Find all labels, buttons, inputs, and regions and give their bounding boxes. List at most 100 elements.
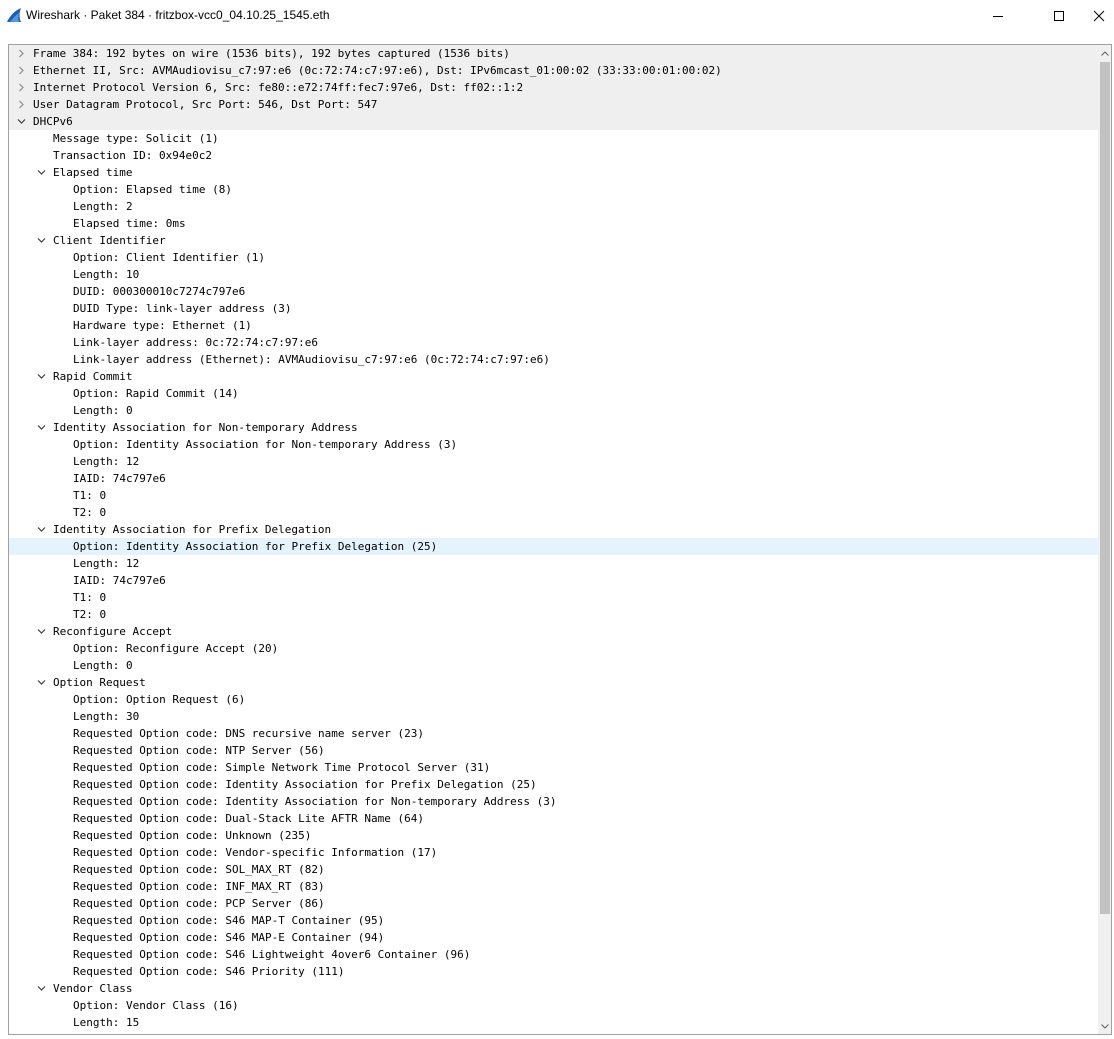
- scroll-down-button[interactable]: [1098, 1018, 1111, 1034]
- tree-node[interactable]: Option Request: [9, 674, 1098, 691]
- chevron-down-icon[interactable]: [37, 678, 46, 687]
- tree-item[interactable]: DUID Type: link-layer address (3): [9, 300, 1098, 317]
- tree-item[interactable]: Requested Option code: S46 MAP-T Contain…: [9, 912, 1098, 929]
- scrollbar-thumb[interactable]: [1100, 62, 1110, 914]
- tree-node[interactable]: Identity Association for Non-temporary A…: [9, 419, 1098, 436]
- tree-item[interactable]: Link-layer address: 0c:72:74:c7:97:e6: [9, 334, 1098, 351]
- tree-item[interactable]: Requested Option code: DNS recursive nam…: [9, 725, 1098, 742]
- tree-item[interactable]: Message type: Solicit (1): [9, 130, 1098, 147]
- tree-item[interactable]: Link-layer address (Ethernet): AVMAudiov…: [9, 351, 1098, 368]
- tree-item[interactable]: Option: Elapsed time (8): [9, 181, 1098, 198]
- chevron-down-icon[interactable]: [37, 525, 46, 534]
- tree-node[interactable]: Frame 384: 192 bytes on wire (1536 bits)…: [9, 45, 1098, 62]
- tree-item[interactable]: Elapsed time: 0ms: [9, 215, 1098, 232]
- wireshark-fin-icon: [7, 8, 21, 22]
- tree-item-label: Transaction ID: 0x94e0c2: [53, 149, 212, 162]
- tree-item-label: Requested Option code: DNS recursive nam…: [73, 727, 424, 740]
- tree-node[interactable]: Ethernet II, Src: AVMAudiovisu_c7:97:e6 …: [9, 62, 1098, 79]
- tree-item[interactable]: Option: Identity Association for Prefix …: [9, 538, 1098, 555]
- minimize-icon: [993, 15, 1003, 17]
- chevron-right-icon[interactable]: [17, 66, 26, 75]
- tree-item[interactable]: Requested Option code: NTP Server (56): [9, 742, 1098, 759]
- tree-item-label: Option: Client Identifier (1): [73, 251, 266, 264]
- tree-item-label: Length: 10: [73, 268, 140, 281]
- close-button[interactable]: [1084, 0, 1114, 31]
- tree-item-label: Ethernet II, Src: AVMAudiovisu_c7:97:e6 …: [33, 64, 722, 77]
- tree-node[interactable]: Vendor Class: [9, 980, 1098, 997]
- packet-detail-tree[interactable]: Frame 384: 192 bytes on wire (1536 bits)…: [9, 45, 1098, 1034]
- tree-item-label: Length: 15: [73, 1016, 140, 1029]
- scroll-up-button[interactable]: [1098, 45, 1111, 61]
- maximize-button[interactable]: [1036, 0, 1082, 31]
- tree-node[interactable]: Elapsed time: [9, 164, 1098, 181]
- minimize-button[interactable]: [975, 0, 1021, 31]
- tree-item[interactable]: Length: 12: [9, 453, 1098, 470]
- tree-item-label: Message type: Solicit (1): [53, 132, 219, 145]
- tree-node[interactable]: Identity Association for Prefix Delegati…: [9, 521, 1098, 538]
- tree-item[interactable]: Option: Option Request (6): [9, 691, 1098, 708]
- tree-item[interactable]: Requested Option code: Vendor-specific I…: [9, 844, 1098, 861]
- tree-item[interactable]: Option: Reconfigure Accept (20): [9, 640, 1098, 657]
- tree-item[interactable]: Requested Option code: INF_MAX_RT (83): [9, 878, 1098, 895]
- tree-item[interactable]: Length: 0: [9, 402, 1098, 419]
- tree-node[interactable]: DHCPv6: [9, 113, 1098, 130]
- tree-item[interactable]: Option: Client Identifier (1): [9, 249, 1098, 266]
- tree-item-label: Vendor Class: [53, 982, 133, 995]
- tree-item-label: Hardware type: Ethernet (1): [73, 319, 252, 332]
- chevron-right-icon[interactable]: [17, 100, 26, 109]
- tree-item[interactable]: Length: 15: [9, 1014, 1098, 1031]
- chevron-right-icon[interactable]: [17, 49, 26, 58]
- tree-item[interactable]: Requested Option code: S46 Priority (111…: [9, 963, 1098, 980]
- tree-item-label: Rapid Commit: [53, 370, 133, 383]
- tree-item-label: Requested Option code: Vendor-specific I…: [73, 846, 438, 859]
- tree-item[interactable]: Length: 2: [9, 198, 1098, 215]
- chevron-down-icon[interactable]: [37, 168, 46, 177]
- tree-item[interactable]: T2: 0: [9, 504, 1098, 521]
- tree-item[interactable]: Option: Identity Association for Non-tem…: [9, 436, 1098, 453]
- chevron-down-icon[interactable]: [37, 372, 46, 381]
- chevron-right-icon[interactable]: [17, 83, 26, 92]
- tree-item[interactable]: Requested Option code: Dual-Stack Lite A…: [9, 810, 1098, 827]
- tree-item[interactable]: T2: 0: [9, 606, 1098, 623]
- tree-item[interactable]: Option: Rapid Commit (14): [9, 385, 1098, 402]
- tree-item[interactable]: IAID: 74c797e6: [9, 470, 1098, 487]
- tree-item[interactable]: Length: 10: [9, 266, 1098, 283]
- tree-item-label: Elapsed time: [53, 166, 133, 179]
- chevron-down-icon[interactable]: [37, 236, 46, 245]
- tree-item-label: Option: Identity Association for Non-tem…: [73, 438, 458, 451]
- tree-node[interactable]: Reconfigure Accept: [9, 623, 1098, 640]
- vertical-scrollbar[interactable]: [1098, 45, 1111, 1034]
- tree-item[interactable]: Length: 12: [9, 555, 1098, 572]
- tree-item[interactable]: Requested Option code: Simple Network Ti…: [9, 759, 1098, 776]
- tree-node[interactable]: Rapid Commit: [9, 368, 1098, 385]
- tree-item[interactable]: Requested Option code: Identity Associat…: [9, 776, 1098, 793]
- tree-item[interactable]: T1: 0: [9, 487, 1098, 504]
- tree-item[interactable]: Requested Option code: S46 MAP-E Contain…: [9, 929, 1098, 946]
- tree-item[interactable]: Length: 0: [9, 657, 1098, 674]
- tree-item[interactable]: Requested Option code: S46 Lightweight 4…: [9, 946, 1098, 963]
- tree-item[interactable]: Length: 30: [9, 708, 1098, 725]
- tree-item[interactable]: Requested Option code: Identity Associat…: [9, 793, 1098, 810]
- tree-item[interactable]: DUID: 000300010c7274c797e6: [9, 283, 1098, 300]
- tree-item[interactable]: Requested Option code: Unknown (235): [9, 827, 1098, 844]
- chevron-down-icon[interactable]: [37, 627, 46, 636]
- tree-item-label: Requested Option code: S46 Lightweight 4…: [73, 948, 471, 961]
- tree-node[interactable]: Internet Protocol Version 6, Src: fe80::…: [9, 79, 1098, 96]
- tree-item[interactable]: Option: Vendor Class (16): [9, 997, 1098, 1014]
- tree-item[interactable]: T1: 0: [9, 589, 1098, 606]
- tree-node[interactable]: User Datagram Protocol, Src Port: 546, D…: [9, 96, 1098, 113]
- tree-item-label: Link-layer address: 0c:72:74:c7:97:e6: [73, 336, 319, 349]
- tree-item-label: Frame 384: 192 bytes on wire (1536 bits)…: [33, 47, 510, 60]
- tree-item[interactable]: Hardware type: Ethernet (1): [9, 317, 1098, 334]
- tree-item[interactable]: Transaction ID: 0x94e0c2: [9, 147, 1098, 164]
- tree-item[interactable]: Requested Option code: SOL_MAX_RT (82): [9, 861, 1098, 878]
- chevron-down-icon[interactable]: [17, 117, 26, 126]
- tree-item-label: Requested Option code: Simple Network Ti…: [73, 761, 491, 774]
- chevron-down-icon[interactable]: [37, 984, 46, 993]
- tree-item[interactable]: Requested Option code: PCP Server (86): [9, 895, 1098, 912]
- tree-item-label: DUID Type: link-layer address (3): [73, 302, 292, 315]
- chevron-down-icon[interactable]: [37, 423, 46, 432]
- tree-item-label: Option Request: [53, 676, 146, 689]
- tree-node[interactable]: Client Identifier: [9, 232, 1098, 249]
- tree-item[interactable]: IAID: 74c797e6: [9, 572, 1098, 589]
